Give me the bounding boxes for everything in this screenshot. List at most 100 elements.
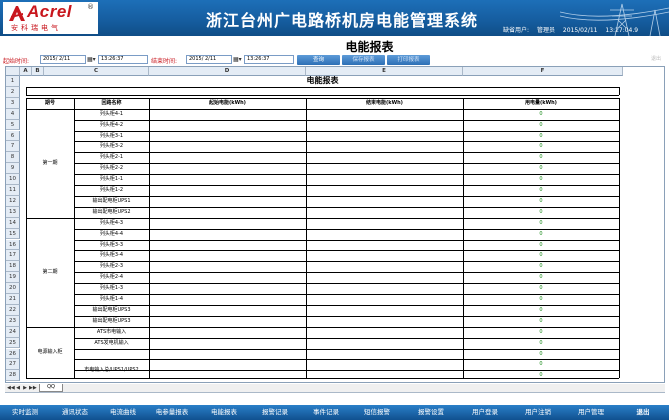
usage-value[interactable]: 0 — [463, 338, 619, 349]
row-number[interactable]: 26 — [6, 348, 20, 360]
table-header-end: 结束电能(kWh) — [366, 99, 403, 106]
row-number[interactable]: 23 — [6, 315, 20, 327]
usage-value[interactable]: 0 — [463, 240, 619, 251]
usage-value[interactable]: 0 — [463, 370, 619, 381]
start-time-field[interactable]: 13:26:37 — [98, 55, 148, 64]
row-number[interactable]: 21 — [6, 294, 20, 305]
circuit-name: 列头柜2-3 — [99, 263, 124, 270]
logo-mark-icon — [9, 6, 25, 21]
column-header[interactable]: E — [306, 67, 463, 76]
first-sheet-icon[interactable]: ◀◀ — [7, 385, 15, 392]
end-calendar-icon[interactable]: ▦▾ — [233, 55, 242, 64]
usage-value[interactable]: 0 — [463, 261, 619, 272]
query-button[interactable]: 查询 — [297, 55, 340, 65]
usage-value[interactable]: 0 — [463, 327, 619, 338]
usage-value[interactable]: 0 — [463, 152, 619, 163]
usage-value[interactable]: 0 — [463, 131, 619, 142]
nav-item[interactable]: 电能报表 — [200, 405, 248, 420]
usage-value[interactable]: 0 — [463, 359, 619, 370]
report-spreadsheet[interactable]: A B C D E F 1 2 3 4 5 6 7 8 9 10 11 12 13 14 15 16 17 18 19 20 21 2… — [5, 66, 665, 383]
usage-value[interactable]: 0 — [463, 196, 619, 207]
row-number[interactable]: 20 — [6, 283, 20, 294]
sheet-tab-qq[interactable]: QQ — [39, 384, 63, 392]
usage-value[interactable]: 0 — [463, 294, 619, 305]
usage-value[interactable]: 0 — [463, 272, 619, 283]
row-number[interactable]: 8 — [6, 152, 20, 164]
row-number[interactable]: 18 — [6, 261, 20, 273]
period-label: 第二期 — [42, 269, 58, 276]
row-number[interactable]: 25 — [6, 337, 20, 349]
next-sheet-icon[interactable]: ▶ — [22, 385, 28, 392]
start-date-field[interactable]: 2015/ 2/11 — [40, 55, 86, 64]
circuit-name: 列头柜2-4 — [99, 274, 124, 281]
usage-value[interactable]: 0 — [463, 218, 619, 229]
circuit-name: 列头柜4-4 — [99, 230, 124, 237]
usage-value[interactable]: 0 — [463, 120, 619, 131]
row-number[interactable]: 22 — [6, 304, 20, 316]
nav-item[interactable]: 报警设置 — [406, 405, 456, 420]
end-time-field[interactable]: 13:26:37 — [244, 55, 294, 64]
usage-value[interactable]: 0 — [463, 250, 619, 261]
row-number[interactable]: 3 — [6, 97, 20, 109]
row-number[interactable]: 13 — [6, 206, 20, 218]
row-number[interactable]: 10 — [6, 174, 20, 185]
start-calendar-icon[interactable]: ▦▾ — [87, 55, 96, 64]
circuit-name: ATS市电输入 — [96, 328, 127, 335]
circuit-name: 列头柜2-1 — [99, 154, 124, 161]
row-number[interactable]: 7 — [6, 141, 20, 153]
last-sheet-icon[interactable]: ▶▶ — [29, 385, 37, 392]
nav-item[interactable]: 短信报警 — [352, 405, 402, 420]
usage-value[interactable]: 0 — [463, 109, 619, 120]
nav-item[interactable]: 用户注销 — [513, 405, 563, 420]
circuit-name: 输出配电柜UPS3 — [92, 317, 131, 324]
column-header[interactable]: B — [32, 67, 44, 76]
current-time: 13:27:04.9 — [605, 27, 639, 34]
usage-value[interactable]: 0 — [463, 316, 619, 327]
row-number[interactable]: 14 — [6, 217, 20, 229]
nav-item[interactable]: 退出 — [622, 405, 664, 420]
usage-value[interactable]: 0 — [463, 207, 619, 218]
usage-value[interactable]: 0 — [463, 229, 619, 240]
row-number[interactable]: 17 — [6, 250, 20, 262]
row-number[interactable]: 1 — [6, 76, 20, 87]
row-number[interactable]: 19 — [6, 272, 20, 284]
nav-item[interactable]: 电参量报表 — [147, 405, 197, 420]
nav-item[interactable]: 用户登录 — [460, 405, 510, 420]
nav-item[interactable]: 实时监测 — [2, 405, 48, 420]
row-number[interactable]: 28 — [6, 370, 20, 382]
column-header[interactable]: C — [44, 67, 149, 76]
row-number[interactable]: 27 — [6, 359, 20, 371]
usage-value[interactable]: 0 — [463, 349, 619, 360]
end-date-field[interactable]: 2015/ 2/11 — [186, 55, 232, 64]
row-number[interactable]: 12 — [6, 195, 20, 207]
row-number[interactable]: 9 — [6, 163, 20, 175]
usage-value[interactable]: 0 — [463, 174, 619, 185]
row-number[interactable]: 2 — [6, 86, 20, 98]
row-number[interactable]: 6 — [6, 130, 20, 142]
save-report-button[interactable]: 保存报表 — [342, 55, 385, 65]
row-number[interactable]: 5 — [6, 119, 20, 131]
nav-item[interactable]: 用户管理 — [565, 405, 617, 420]
row-number[interactable]: 24 — [6, 326, 20, 338]
print-report-button[interactable]: 打印报表 — [387, 55, 430, 65]
toolbar-corner-text[interactable]: 退出 — [651, 55, 661, 62]
row-number[interactable]: 16 — [6, 239, 20, 251]
row-number[interactable]: 4 — [6, 108, 20, 120]
row-number[interactable]: 15 — [6, 228, 20, 240]
nav-item[interactable]: 事件记录 — [302, 405, 350, 420]
usage-value[interactable]: 0 — [463, 305, 619, 316]
usage-value[interactable]: 0 — [463, 163, 619, 174]
usage-value[interactable]: 0 — [463, 141, 619, 152]
grid-line — [26, 97, 27, 379]
usage-value[interactable]: 0 — [463, 185, 619, 196]
nav-item[interactable]: 报警记录 — [250, 405, 300, 420]
row-number[interactable]: 11 — [6, 185, 20, 196]
column-header[interactable]: D — [149, 67, 306, 76]
column-header[interactable]: A — [20, 67, 32, 76]
column-header[interactable]: F — [463, 67, 623, 76]
usage-value[interactable]: 0 — [463, 283, 619, 294]
registered-mark: ® — [87, 3, 94, 11]
nav-item[interactable]: 通讯状态 — [52, 405, 98, 420]
prev-sheet-icon[interactable]: ◀ — [15, 385, 21, 392]
nav-item[interactable]: 电流曲线 — [100, 405, 146, 420]
